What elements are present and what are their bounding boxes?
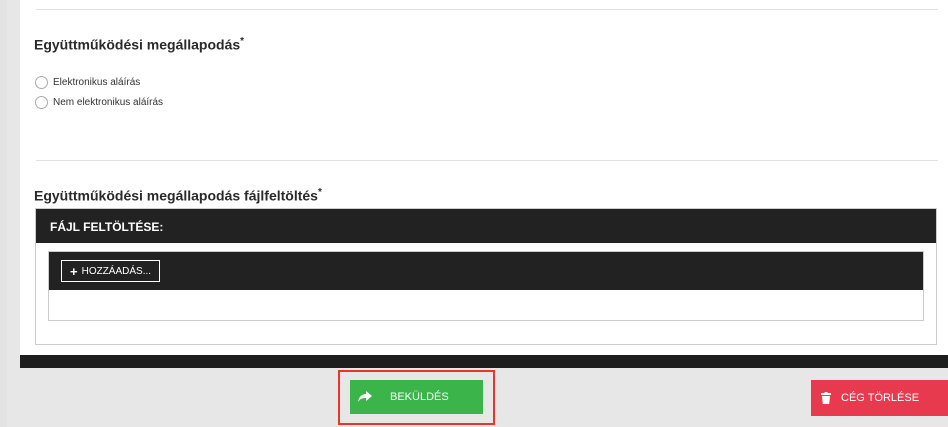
- upload-header-label: FÁJL FELTÖLTÉSE:: [50, 220, 164, 234]
- agreement-section-title: Együttműködési megállapodás*: [34, 36, 244, 53]
- file-upload-box: FÁJL FELTÖLTÉSE: + HOZZÁADÁS...: [35, 208, 937, 345]
- upload-file-list: + HOZZÁADÁS...: [48, 251, 924, 321]
- radio-button[interactable]: [35, 96, 48, 109]
- upload-toolbar: + HOZZÁADÁS...: [49, 252, 923, 290]
- upload-header: FÁJL FELTÖLTÉSE:: [36, 209, 936, 243]
- upload-section-title: Együttműködési megállapodás fájlfeltölté…: [34, 187, 322, 204]
- submit-button[interactable]: BEKÜLDÉS: [350, 380, 483, 414]
- radio-label: Nem elektronikus aláírás: [53, 97, 164, 108]
- required-marker: *: [317, 187, 322, 198]
- share-arrow-icon: [358, 391, 372, 403]
- trash-icon: [821, 392, 831, 404]
- section-divider: [36, 160, 938, 161]
- delete-label: CÉG TÖRLÉSE: [841, 392, 920, 404]
- radio-option-electronic[interactable]: Elektronikus aláírás: [35, 76, 140, 89]
- left-edge-strip: [0, 0, 7, 427]
- add-file-label: HOZZÁADÁS...: [81, 265, 152, 277]
- plus-icon: +: [70, 263, 78, 279]
- delete-company-button[interactable]: CÉG TÖRLÉSE: [811, 380, 948, 416]
- radio-option-non-electronic[interactable]: Nem elektronikus aláírás: [35, 96, 163, 109]
- required-marker: *: [240, 36, 245, 47]
- submit-label: BEKÜLDÉS: [390, 391, 449, 403]
- radio-button[interactable]: [35, 76, 48, 89]
- top-divider: [36, 9, 938, 10]
- agreement-title-text: Együttműködési megállapodás: [34, 36, 241, 53]
- dark-footer-band: [20, 355, 948, 368]
- upload-title-text: Együttműködési megállapodás fájlfeltölté…: [34, 187, 318, 204]
- add-file-button[interactable]: + HOZZÁADÁS...: [61, 260, 161, 282]
- radio-label: Elektronikus aláírás: [53, 77, 141, 88]
